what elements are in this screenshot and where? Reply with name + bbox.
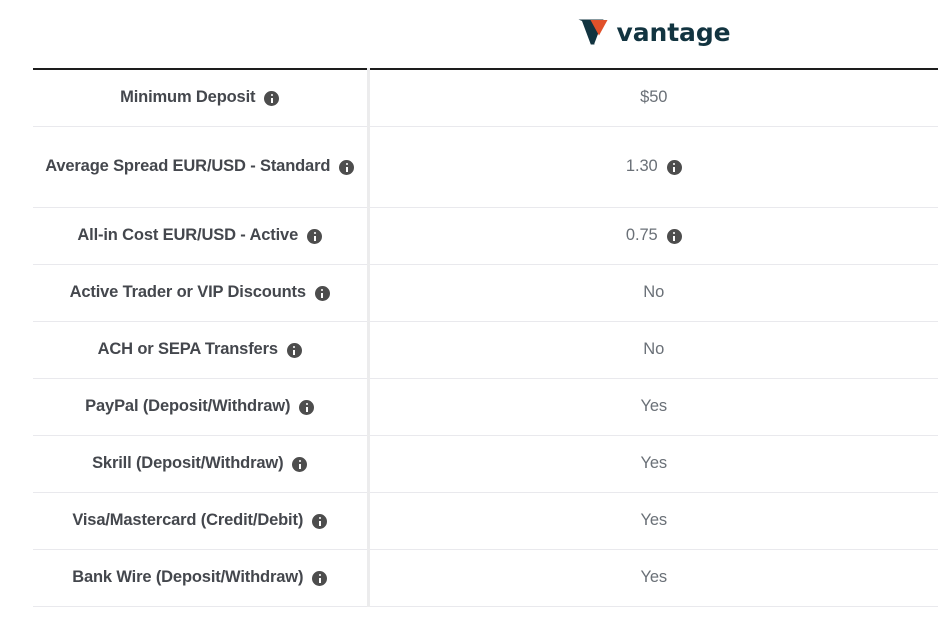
feature-value: No bbox=[643, 283, 665, 302]
table-row: PayPal (Deposit/Withdraw) Yes bbox=[33, 378, 938, 436]
vantage-logo: vantage bbox=[578, 18, 731, 46]
feature-value-cell: Yes bbox=[366, 435, 938, 493]
vantage-v-logo-icon bbox=[578, 18, 611, 46]
info-icon[interactable] bbox=[264, 91, 280, 107]
feature-label-cell: ACH or SEPA Transfers bbox=[33, 321, 368, 379]
feature-label: Visa/Mastercard (Credit/Debit) bbox=[72, 511, 304, 530]
broker-comparison-page: vantage Minimum Deposit $50 Average Spre… bbox=[0, 0, 940, 630]
info-icon[interactable] bbox=[292, 457, 308, 473]
table-row: Minimum Deposit $50 bbox=[33, 68, 938, 127]
feature-label: ACH or SEPA Transfers bbox=[97, 340, 278, 359]
feature-value: 1.30 bbox=[625, 157, 658, 176]
vantage-wordmark: vantage bbox=[616, 17, 731, 47]
feature-label-cell: Bank Wire (Deposit/Withdraw) bbox=[33, 549, 368, 607]
table-row: Bank Wire (Deposit/Withdraw) Yes bbox=[33, 549, 938, 607]
feature-label: PayPal (Deposit/Withdraw) bbox=[85, 397, 291, 416]
info-icon[interactable] bbox=[314, 286, 330, 302]
feature-label-cell: Visa/Mastercard (Credit/Debit) bbox=[33, 492, 368, 550]
feature-label-cell: All-in Cost EUR/USD - Active bbox=[33, 207, 368, 265]
info-icon[interactable] bbox=[666, 229, 682, 245]
info-icon[interactable] bbox=[339, 160, 355, 176]
feature-value: Yes bbox=[640, 568, 668, 587]
feature-value: $50 bbox=[640, 88, 668, 107]
table-row: Active Trader or VIP Discounts No bbox=[33, 264, 938, 322]
feature-value-cell: Yes bbox=[366, 549, 938, 607]
feature-value: 0.75 bbox=[625, 226, 658, 245]
feature-value-cell: Yes bbox=[366, 378, 938, 436]
feature-label: All-in Cost EUR/USD - Active bbox=[77, 226, 299, 245]
feature-value: Yes bbox=[640, 511, 668, 530]
feature-value-cell: No bbox=[366, 321, 938, 379]
brand-header: vantage bbox=[368, 0, 940, 62]
table-row: ACH or SEPA Transfers No bbox=[33, 321, 938, 379]
feature-label: Bank Wire (Deposit/Withdraw) bbox=[72, 568, 304, 587]
feature-value-cell: 0.75 bbox=[366, 207, 938, 265]
feature-value: No bbox=[643, 340, 665, 359]
info-icon[interactable] bbox=[312, 514, 328, 530]
info-icon[interactable] bbox=[299, 400, 315, 416]
comparison-table: Minimum Deposit $50 Average Spread EUR/U… bbox=[33, 68, 938, 607]
feature-label: Skrill (Deposit/Withdraw) bbox=[92, 454, 284, 473]
feature-label-cell: Active Trader or VIP Discounts bbox=[33, 264, 368, 322]
feature-label-cell: PayPal (Deposit/Withdraw) bbox=[33, 378, 368, 436]
feature-label-cell: Minimum Deposit bbox=[33, 68, 368, 127]
info-icon[interactable] bbox=[666, 160, 682, 176]
feature-value-cell: 1.30 bbox=[366, 126, 938, 208]
table-row: Visa/Mastercard (Credit/Debit) Yes bbox=[33, 492, 938, 550]
feature-value-cell: $50 bbox=[366, 68, 938, 127]
comparison-table-body: Minimum Deposit $50 Average Spread EUR/U… bbox=[33, 68, 938, 607]
feature-label: Active Trader or VIP Discounts bbox=[69, 283, 307, 302]
info-icon[interactable] bbox=[286, 343, 302, 359]
feature-label: Minimum Deposit bbox=[120, 88, 256, 107]
info-icon[interactable] bbox=[307, 229, 323, 245]
table-row: Skrill (Deposit/Withdraw) Yes bbox=[33, 435, 938, 493]
feature-value-cell: No bbox=[366, 264, 938, 322]
table-row: All-in Cost EUR/USD - Active 0.75 bbox=[33, 207, 938, 265]
feature-label-cell: Skrill (Deposit/Withdraw) bbox=[33, 435, 368, 493]
feature-value: Yes bbox=[640, 397, 668, 416]
feature-value: Yes bbox=[640, 454, 668, 473]
feature-value-cell: Yes bbox=[366, 492, 938, 550]
table-row: Average Spread EUR/USD - Standard 1.30 bbox=[33, 126, 938, 208]
feature-label-cell: Average Spread EUR/USD - Standard bbox=[33, 126, 368, 208]
feature-label: Average Spread EUR/USD - Standard bbox=[45, 157, 331, 176]
info-icon[interactable] bbox=[312, 571, 328, 587]
